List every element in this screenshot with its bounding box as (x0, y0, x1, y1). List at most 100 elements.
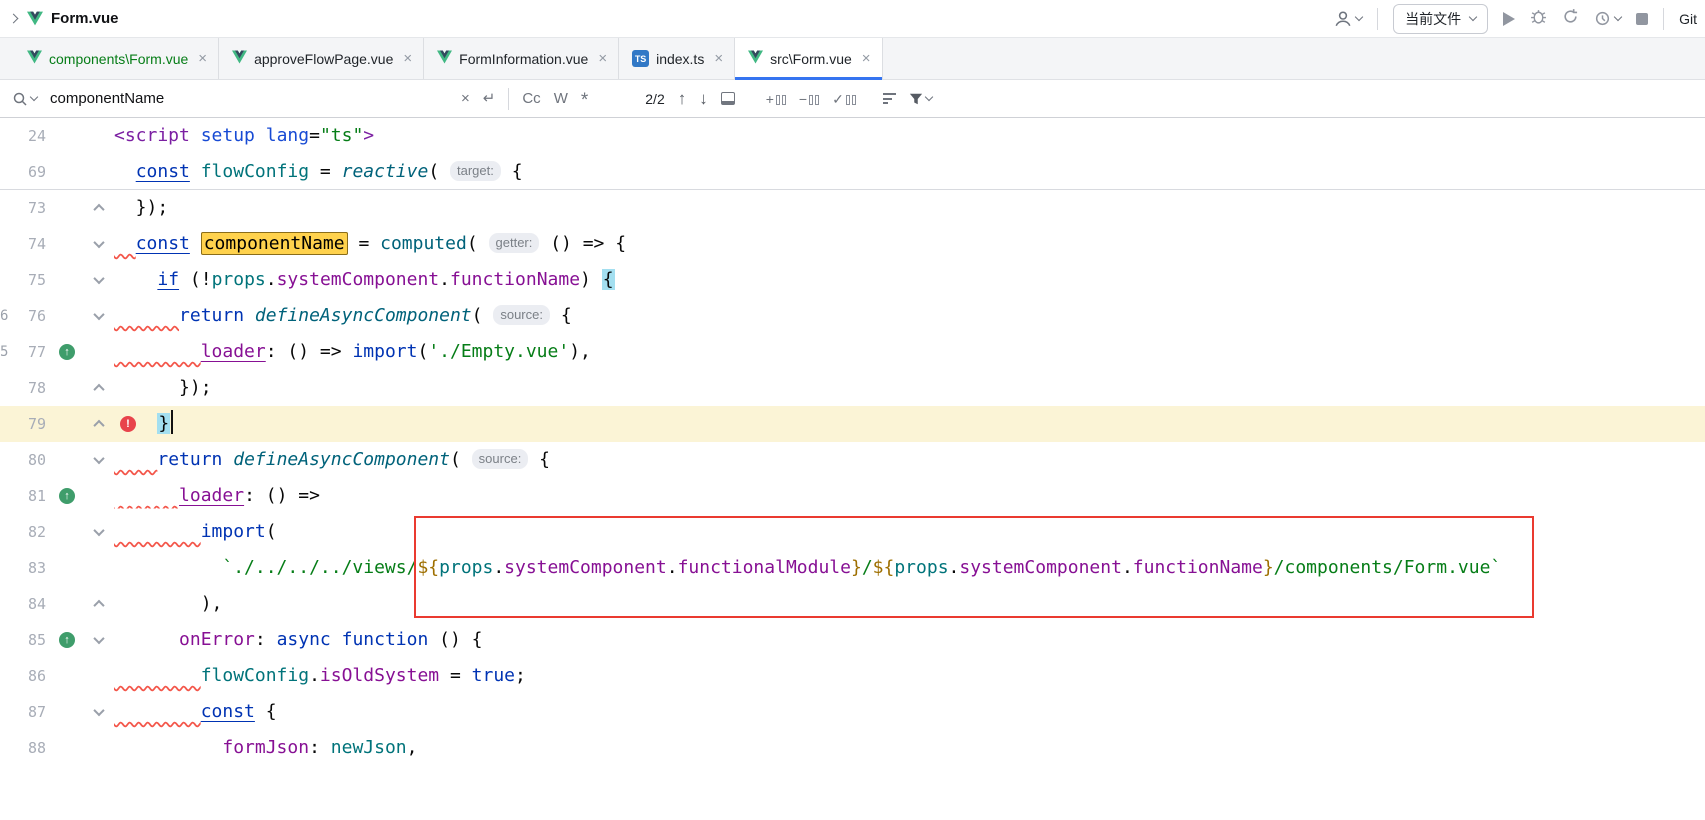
code-line-85[interactable]: 85↑ onError: async function () { (0, 622, 1705, 658)
vue-icon (748, 50, 763, 67)
coverage-icon[interactable] (1562, 8, 1579, 30)
tab-label: components\Form.vue (49, 51, 188, 67)
code-line-73[interactable]: 73 }); (0, 190, 1705, 226)
match-case-toggle[interactable]: Cc (522, 91, 540, 106)
tab-index.ts[interactable]: TSindex.ts× (619, 38, 735, 79)
select-all-occurrences-icon[interactable]: ✓ (832, 93, 856, 105)
code-text: return defineAsyncComponent( source: { (114, 442, 1705, 478)
line-number: 87 (0, 703, 50, 721)
chevron-down-icon (925, 93, 933, 101)
vue-icon (232, 50, 247, 67)
run-config-selector[interactable]: 当前文件 (1393, 4, 1488, 34)
code-line-76[interactable]: 76 return defineAsyncComponent( source: … (0, 298, 1705, 334)
remove-occurrence-icon[interactable]: − (799, 93, 819, 105)
breadcrumb-chevron-icon[interactable] (9, 14, 19, 24)
code-line-24[interactable]: 24<script setup lang="ts"> (0, 118, 1705, 154)
code-line-77[interactable]: 77↑ loader: () => import('./Empty.vue'), (0, 334, 1705, 370)
navigate-up-badge-icon[interactable]: ↑ (59, 632, 75, 648)
code-text: const { (114, 694, 1705, 730)
search-icon[interactable] (12, 91, 37, 107)
code-line-87[interactable]: 87 const { (0, 694, 1705, 730)
tab-FormInformation.vue[interactable]: FormInformation.vue× (424, 38, 619, 79)
line-number: 24 (0, 127, 50, 145)
filter-lines-icon[interactable] (883, 93, 896, 104)
line-number: 75 (0, 271, 50, 289)
tab-bar: components\Form.vue × approveFlowPage.vue ×… (0, 38, 1705, 80)
title-bar: Form.vue 当前文件 Git (0, 0, 1705, 38)
open-in-find-window-icon[interactable] (721, 92, 735, 105)
code-line-79[interactable]: 79! } (0, 406, 1705, 442)
vue-icon (437, 50, 452, 67)
tab-src-Form.vue[interactable]: src\Form.vue× (735, 38, 882, 79)
line-number: 78 (0, 379, 50, 397)
code-text: const componentName = computed( getter: … (114, 226, 1705, 262)
collaboration-user-icon[interactable] (1334, 10, 1362, 28)
debug-icon[interactable] (1530, 8, 1547, 30)
code-line-74[interactable]: 74 const componentName = computed( gette… (0, 226, 1705, 262)
ide-window: Form.vue 当前文件 Git (0, 0, 1705, 820)
fold-start-icon[interactable] (93, 633, 104, 644)
close-tab-icon[interactable]: × (862, 51, 871, 66)
fold-end-icon[interactable] (93, 420, 104, 431)
search-input[interactable]: componentName (50, 90, 448, 107)
newline-icon[interactable]: ↵ (483, 91, 496, 106)
whole-words-toggle[interactable]: W (554, 91, 568, 106)
regex-toggle[interactable]: * (581, 91, 588, 110)
close-tab-icon[interactable]: × (198, 51, 207, 66)
filter-funnel-icon[interactable] (909, 92, 932, 106)
close-tab-icon[interactable]: × (714, 51, 723, 66)
code-text: return defineAsyncComponent( source: { (114, 298, 1705, 334)
close-tab-icon[interactable]: × (403, 51, 412, 66)
navigate-up-badge-icon[interactable]: ↑ (59, 488, 75, 504)
code-line-81[interactable]: 81↑ loader: () => (0, 478, 1705, 514)
line-number: 74 (0, 235, 50, 253)
fold-start-icon[interactable] (93, 453, 104, 464)
code-text: }); (114, 190, 1705, 226)
typescript-icon: TS (632, 50, 649, 67)
code-text: flowConfig.isOldSystem = true; (114, 658, 1705, 694)
line-number: 73 (0, 199, 50, 217)
divider (508, 88, 509, 110)
stop-icon[interactable] (1636, 13, 1648, 25)
code-line-82[interactable]: 82 import( (0, 514, 1705, 550)
code-line-75[interactable]: 75 if (!props.systemComponent.functionNa… (0, 262, 1705, 298)
code-line-83[interactable]: 83 `./../../../views/${props.systemCompo… (0, 550, 1705, 586)
code-text: onError: async function () { (114, 622, 1705, 658)
line-number: 81 (0, 487, 50, 505)
tab-approveFlowPage.vue[interactable]: approveFlowPage.vue × (219, 38, 424, 79)
fold-end-icon[interactable] (93, 384, 104, 395)
fold-end-icon[interactable] (93, 204, 104, 215)
clear-search-icon[interactable]: × (461, 91, 470, 106)
fold-start-icon[interactable] (93, 705, 104, 716)
fold-start-icon[interactable] (93, 309, 104, 320)
edge-fragment: 6 (0, 308, 9, 324)
code-line-88[interactable]: 88 formJson: newJson, (0, 730, 1705, 766)
fold-end-icon[interactable] (93, 600, 104, 611)
fold-start-icon[interactable] (93, 237, 104, 248)
previous-match-icon[interactable]: ↑ (678, 89, 687, 109)
git-menu[interactable]: Git (1679, 11, 1697, 27)
code-line-80[interactable]: 80 return defineAsyncComponent( source: … (0, 442, 1705, 478)
line-number: 79 (0, 415, 50, 433)
vue-file-icon (27, 11, 43, 26)
code-text: `./../../../views/${props.systemComponen… (114, 550, 1705, 586)
chevron-down-icon (1469, 13, 1477, 21)
code-editor[interactable]: 24<script setup lang="ts">69 const flowC… (0, 118, 1705, 820)
line-number: 82 (0, 523, 50, 541)
error-icon[interactable]: ! (120, 416, 136, 432)
navigate-up-badge-icon[interactable]: ↑ (59, 344, 75, 360)
fold-start-icon[interactable] (93, 525, 104, 536)
next-match-icon[interactable]: ↓ (699, 89, 708, 109)
code-line-69[interactable]: 69 const flowConfig = reactive( target: … (0, 154, 1705, 190)
add-occurrence-icon[interactable]: + (766, 93, 786, 105)
code-line-84[interactable]: 84 ), (0, 586, 1705, 622)
profiler-icon[interactable] (1594, 10, 1621, 27)
tab-components-Form.vue[interactable]: components\Form.vue × (14, 38, 219, 79)
code-line-86[interactable]: 86 flowConfig.isOldSystem = true; (0, 658, 1705, 694)
code-line-78[interactable]: 78 }); (0, 370, 1705, 406)
tab-label: approveFlowPage.vue (254, 51, 393, 67)
close-tab-icon[interactable]: × (598, 51, 607, 66)
run-icon[interactable] (1503, 12, 1515, 26)
chevron-down-icon (1355, 13, 1363, 21)
fold-start-icon[interactable] (93, 273, 104, 284)
